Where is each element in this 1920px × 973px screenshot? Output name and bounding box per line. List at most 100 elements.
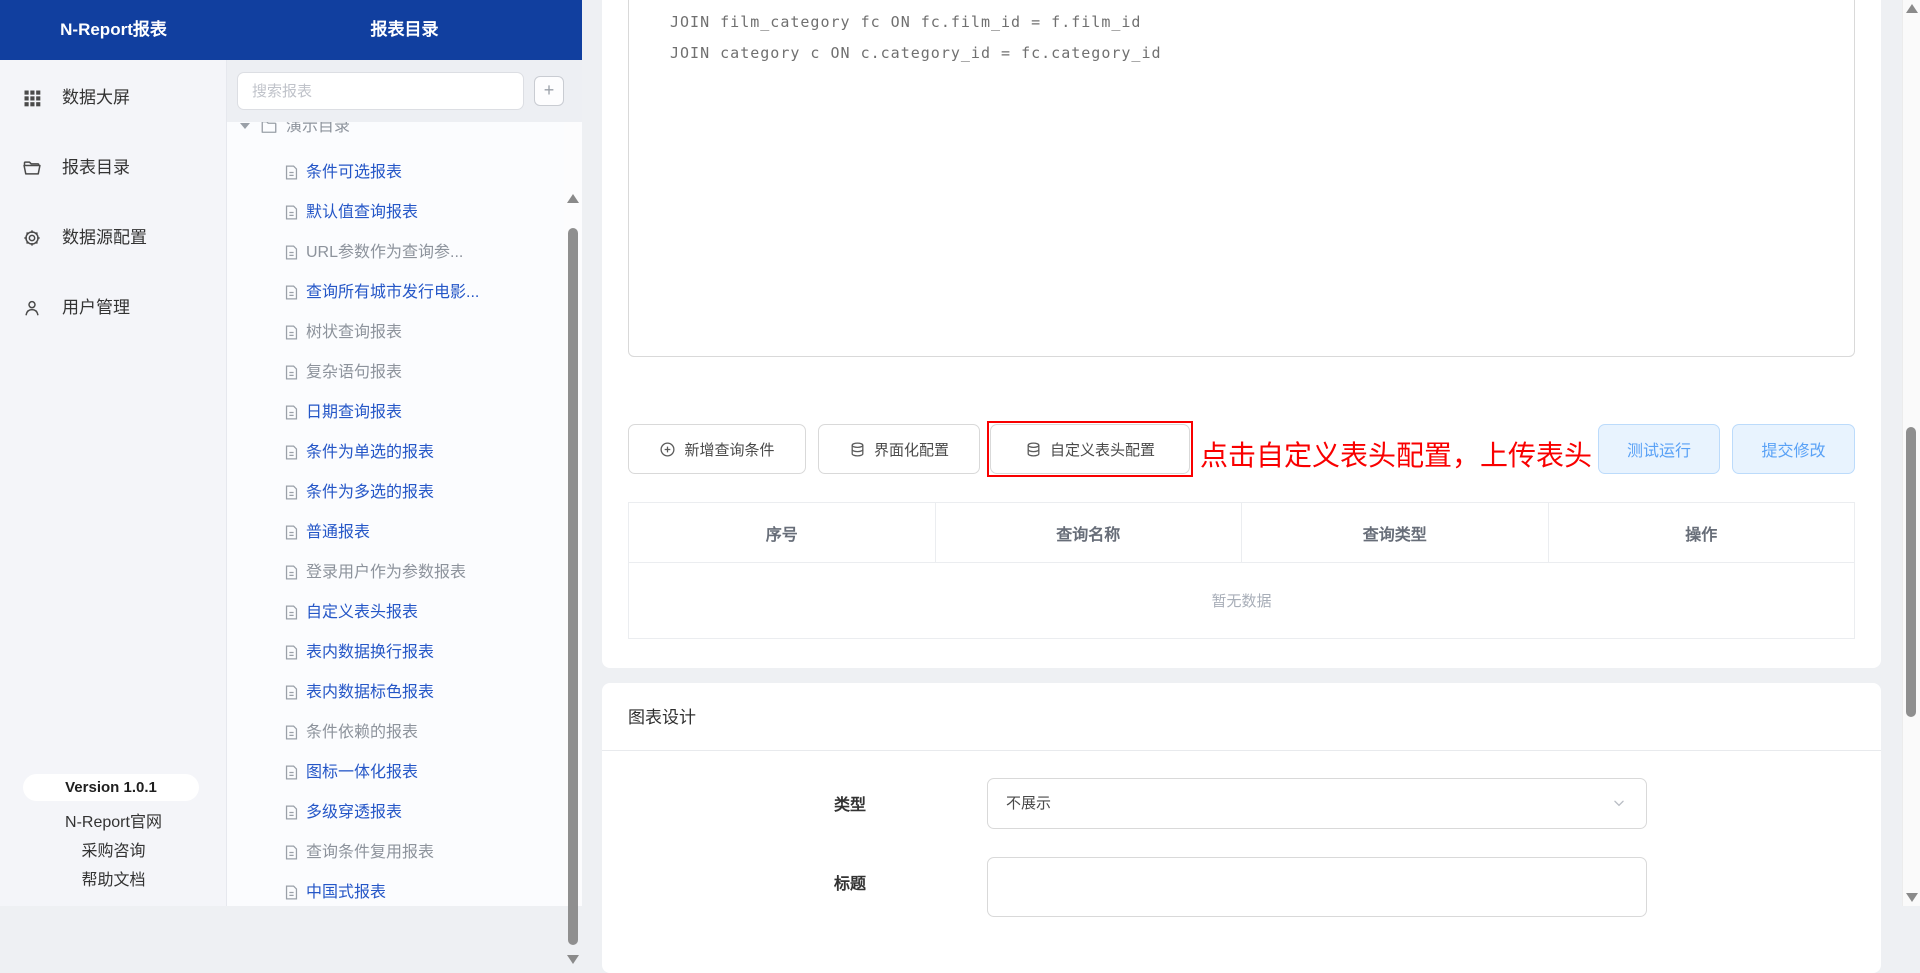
document-icon — [283, 564, 300, 582]
sidebar-item-users[interactable]: 用户管理 — [0, 288, 227, 328]
column-header-actions: 操作 — [1685, 526, 1718, 544]
chart-design-card: 图表设计 类型 不展示 标题 — [602, 683, 1881, 973]
user-icon — [22, 298, 42, 318]
footer-link-purchase[interactable]: 采购咨询 — [0, 839, 227, 865]
tree-item[interactable]: 条件为单选的报表 — [227, 433, 567, 473]
sql-editor[interactable]: JOIN film_category fc ON fc.film_id = f.… — [628, 0, 1855, 357]
tree-item-label: 普通报表 — [306, 524, 371, 541]
tree-item[interactable]: 条件依赖的报表 — [227, 713, 567, 753]
tree-item[interactable]: 树状查询报表 — [227, 313, 567, 353]
tree-item[interactable]: 条件为多选的报表 — [227, 473, 567, 513]
tree-item-label: URL参数作为查询参... — [306, 244, 464, 261]
custom-table-header-button[interactable]: 自定义表头配置 — [990, 424, 1190, 474]
button-label: 测试运行 — [1626, 443, 1691, 460]
document-icon — [283, 764, 300, 782]
document-icon — [283, 684, 300, 702]
tree-item-label: 树状查询报表 — [306, 324, 403, 341]
tree-item-label: 查询所有城市发行电影... — [306, 284, 480, 301]
document-icon — [283, 524, 300, 542]
tree-scrollbar-thumb[interactable] — [568, 228, 578, 945]
scroll-up-icon[interactable] — [567, 194, 579, 203]
tree-item-label: 中国式报表 — [306, 884, 387, 901]
tree-item-label: 复杂语句报表 — [306, 364, 403, 381]
tree-item-label: 默认值查询报表 — [306, 204, 419, 221]
window-scrollbar-thumb[interactable] — [1906, 427, 1916, 717]
plus-icon: + — [543, 80, 555, 100]
tree-item-label: 表内数据标色报表 — [306, 684, 435, 701]
document-icon — [283, 204, 300, 222]
tree-item[interactable]: 图标一体化报表 — [227, 753, 567, 793]
tree-item-label: 条件为多选的报表 — [306, 484, 435, 501]
sidebar-item-datasource[interactable]: 数据源配置 — [0, 218, 227, 258]
plus-circle-icon — [660, 441, 675, 457]
scroll-down-icon[interactable] — [1906, 893, 1918, 902]
select-value: 不展示 — [1006, 795, 1052, 812]
button-label: 提交修改 — [1761, 443, 1826, 460]
sidebar-item-report-catalog[interactable]: 报表目录 — [0, 148, 227, 188]
sidebar-item-label: 数据源配置 — [62, 228, 147, 247]
tree-item-label: 图标一体化报表 — [306, 764, 419, 781]
document-icon — [283, 324, 300, 342]
document-icon — [283, 404, 300, 422]
tree-item[interactable]: 中国式报表 — [227, 873, 567, 913]
sidebar-item-label: 用户管理 — [62, 298, 130, 317]
document-icon — [283, 604, 300, 622]
tree-item[interactable]: 日期查询报表 — [227, 393, 567, 433]
document-icon — [283, 644, 300, 662]
add-report-button[interactable]: + — [534, 76, 564, 106]
tree-scrollbar[interactable] — [564, 122, 581, 964]
panel-title: 报表目录 — [370, 20, 439, 39]
document-icon — [283, 804, 300, 822]
sidebar: 数据大屏 报表目录 数据源配置 用户管理 Version 1.0.1 N-Rep… — [0, 60, 227, 906]
scroll-down-icon[interactable] — [567, 955, 579, 964]
app-header: N-Report报表 报表目录 — [0, 0, 582, 60]
tree-item[interactable]: 表内数据标色报表 — [227, 673, 567, 713]
submit-changes-button[interactable]: 提交修改 — [1732, 424, 1855, 474]
type-field-label: 类型 — [833, 797, 866, 814]
sidebar-item-dashboard[interactable]: 数据大屏 — [0, 78, 227, 118]
grid-icon — [22, 88, 42, 108]
tree-item[interactable]: 普通报表 — [227, 513, 567, 553]
button-label: 界面化配置 — [873, 441, 949, 459]
query-list-table: 序号 查询名称 查询类型 操作 暂无数据 — [628, 502, 1855, 639]
footer-link-help-docs[interactable]: 帮助文档 — [0, 868, 227, 894]
tree-item[interactable]: 条件可选报表 — [227, 153, 567, 193]
document-icon — [283, 844, 300, 862]
query-config-card: JOIN film_category fc ON fc.film_id = f.… — [602, 0, 1881, 668]
tree-item[interactable]: 查询条件复用报表 — [227, 833, 567, 873]
section-divider — [602, 750, 1881, 751]
footer-link-official-site[interactable]: N-Report官网 — [0, 810, 227, 836]
tree-item-label: 表内数据换行报表 — [306, 644, 435, 661]
document-icon — [283, 164, 300, 182]
table-empty-state: 暂无数据 — [1211, 593, 1272, 610]
tree-item[interactable]: 登录用户作为参数报表 — [227, 553, 567, 593]
database-icon — [1027, 441, 1040, 457]
gear-icon — [22, 228, 42, 248]
tree-item-label: 条件可选报表 — [306, 164, 403, 181]
tree-item-label: 查询条件复用报表 — [306, 844, 435, 861]
tree-item[interactable]: 默认值查询报表 — [227, 193, 567, 233]
section-title: 图表设计 — [628, 708, 696, 727]
tree-item[interactable]: 复杂语句报表 — [227, 353, 567, 393]
scroll-up-icon[interactable] — [1906, 4, 1918, 13]
chart-title-input[interactable] — [987, 857, 1647, 917]
document-icon — [283, 244, 300, 262]
sidebar-item-label: 报表目录 — [62, 158, 130, 177]
chart-type-select[interactable]: 不展示 — [987, 778, 1647, 829]
annotation-text: 点击自定义表头配置，上传表头 — [1200, 440, 1593, 471]
chevron-down-icon — [1612, 796, 1626, 810]
add-query-condition-button[interactable]: 新增查询条件 — [628, 424, 806, 474]
tree-item[interactable]: URL参数作为查询参... — [227, 233, 567, 273]
test-run-button[interactable]: 测试运行 — [1598, 424, 1720, 474]
tree-item[interactable]: 查询所有城市发行电影... — [227, 273, 567, 313]
search-input[interactable] — [237, 72, 524, 110]
sidebar-item-label: 数据大屏 — [62, 88, 130, 107]
tree-item[interactable]: 表内数据换行报表 — [227, 633, 567, 673]
button-label: 自定义表头配置 — [1049, 441, 1155, 459]
tree-item-label: 条件为单选的报表 — [306, 444, 435, 461]
window-scrollbar[interactable] — [1902, 0, 1920, 906]
tree-item[interactable]: 自定义表头报表 — [227, 593, 567, 633]
document-icon — [283, 364, 300, 382]
ui-config-button[interactable]: 界面化配置 — [818, 424, 980, 474]
tree-item[interactable]: 多级穿透报表 — [227, 793, 567, 833]
